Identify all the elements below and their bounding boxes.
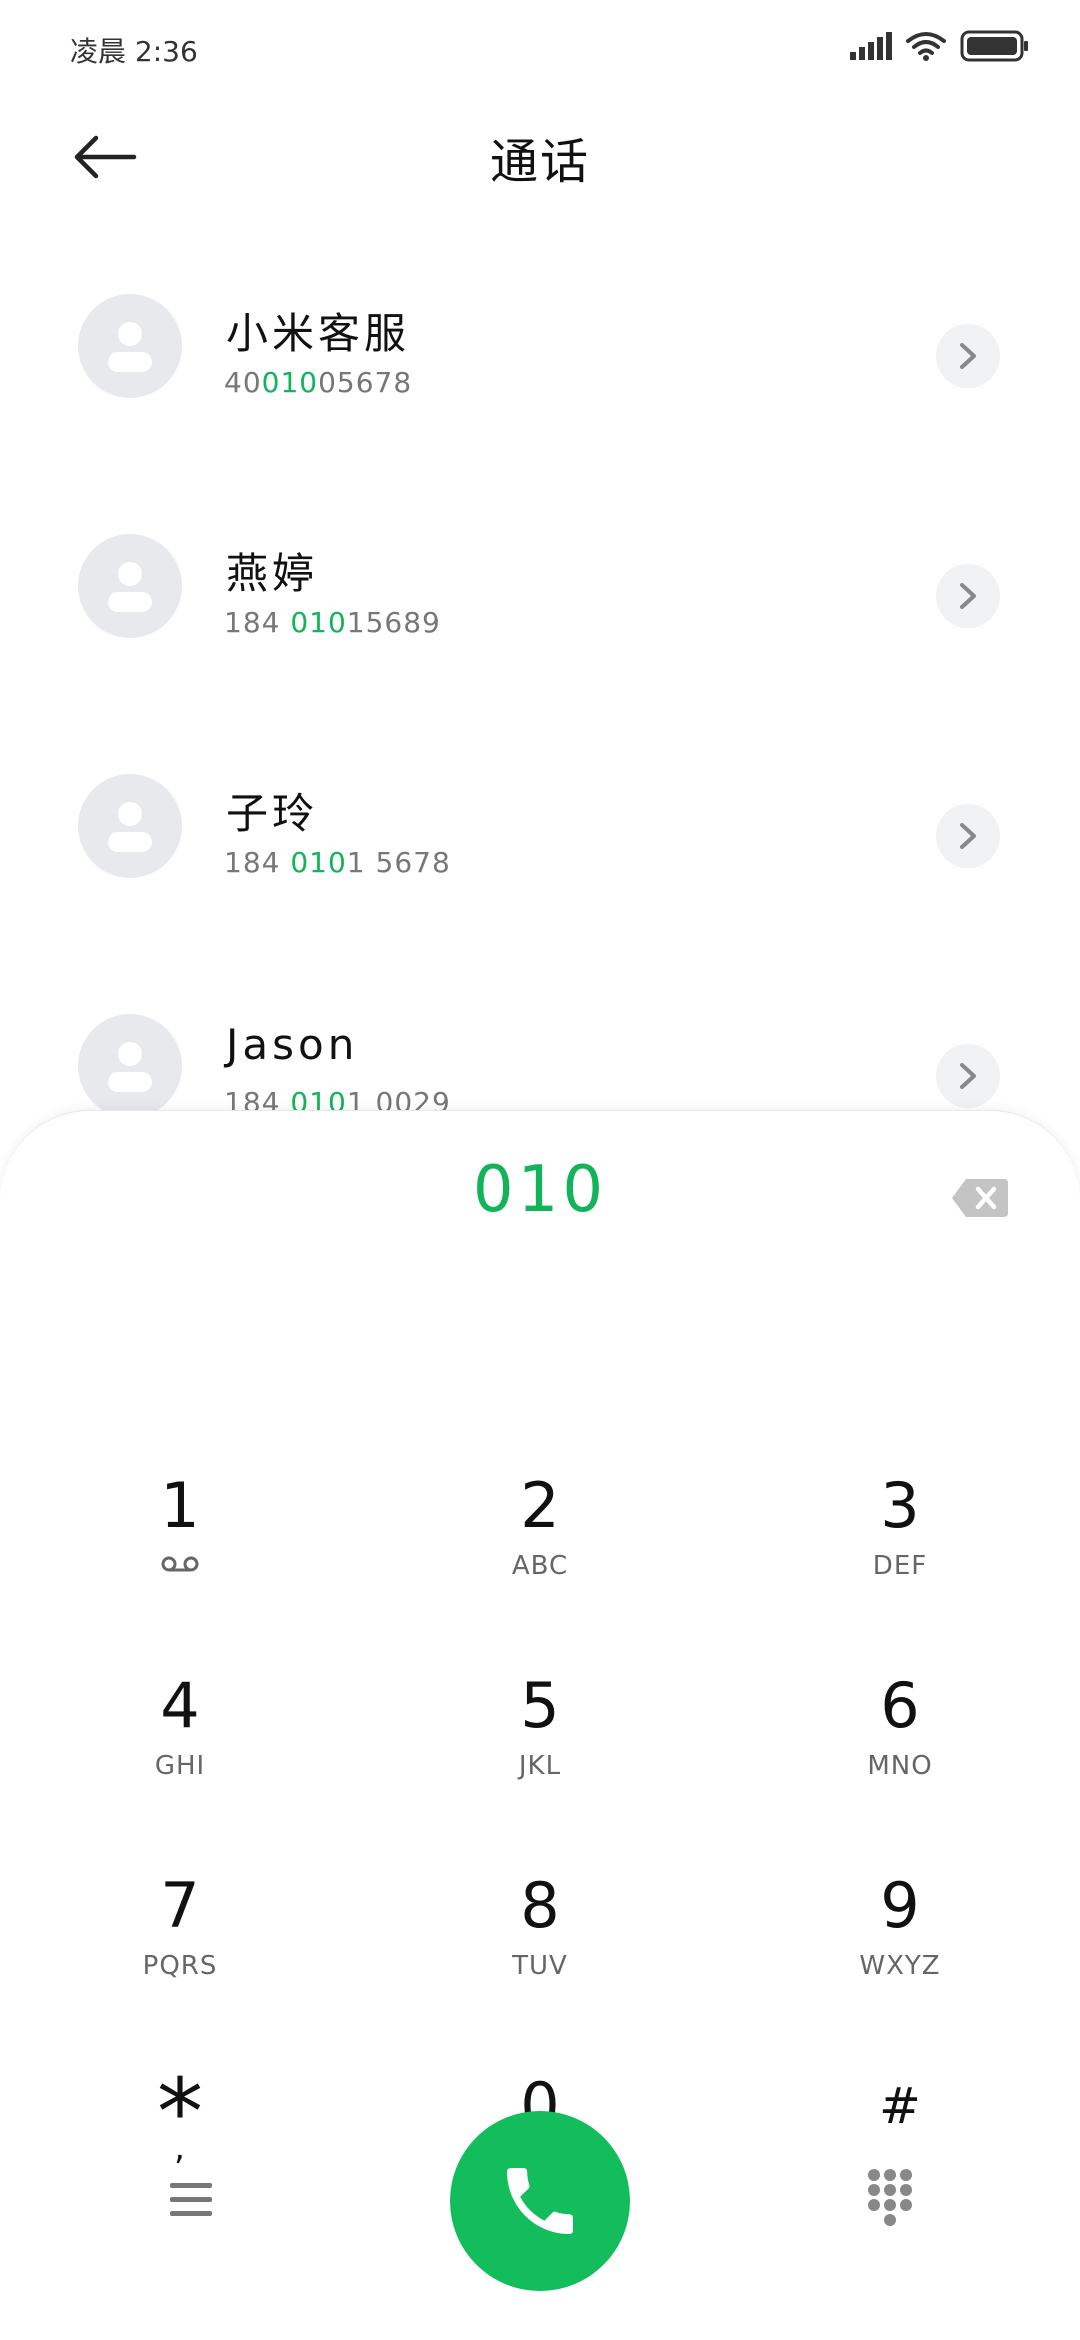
- contact-number: 4001005678: [224, 366, 412, 399]
- contact-name: 燕婷: [226, 549, 319, 598]
- keypad-icon: [868, 2169, 912, 2226]
- key-digit: 5: [520, 1669, 560, 1742]
- backspace-icon: [952, 1179, 1008, 1217]
- key-5[interactable]: 5 JKL: [420, 1671, 660, 1831]
- number-match: 010: [290, 606, 347, 639]
- dial-input[interactable]: 010: [0, 1153, 1080, 1227]
- phone-icon: [507, 2168, 573, 2234]
- key-digit: 3: [880, 1469, 920, 1542]
- avatar: [78, 1014, 182, 1118]
- number-part: 40: [224, 366, 262, 399]
- chevron-right-icon: [960, 823, 976, 849]
- key-digit: 6: [880, 1669, 920, 1742]
- key-letters: MNO: [867, 1751, 933, 1781]
- status-bar: 凌晨 2:36: [0, 0, 1080, 100]
- wifi-icon: [906, 32, 946, 61]
- person-icon: [108, 322, 152, 372]
- number-part: 15689: [346, 606, 441, 639]
- key-6[interactable]: 6 MNO: [780, 1671, 1020, 1831]
- status-time: 凌晨 2:36: [70, 35, 198, 68]
- dialer-bottom-bar: [0, 2101, 1080, 2301]
- number-part: 184: [224, 606, 291, 639]
- contact-detail-button[interactable]: [936, 564, 1000, 628]
- contact-row[interactable]: 小米客服 4001005678: [0, 240, 1080, 420]
- key-digit: 1: [160, 1469, 200, 1542]
- chevron-right-icon: [960, 583, 976, 609]
- avatar: [78, 534, 182, 638]
- avatar: [78, 294, 182, 398]
- voicemail-icon: [161, 1556, 199, 1572]
- number-match: 010: [261, 366, 319, 399]
- contact-number: 184 0101 5678: [224, 846, 451, 879]
- key-1[interactable]: 1: [60, 1471, 300, 1631]
- key-digit: 2: [520, 1469, 560, 1542]
- contact-number: 184 01015689: [224, 606, 441, 639]
- key-digit: 4: [160, 1669, 200, 1742]
- key-letters: GHI: [154, 1751, 206, 1781]
- contact-detail-button[interactable]: [936, 1044, 1000, 1108]
- dialer-panel: 010 1 2 ABC 3 DEF 4 GHI 5 JKL 6 MNO 7 PQ…: [0, 1110, 1080, 2340]
- chevron-right-icon: [960, 343, 976, 369]
- person-icon: [108, 802, 152, 852]
- battery-icon: [960, 30, 1028, 62]
- chevron-right-icon: [960, 1063, 976, 1089]
- key-8[interactable]: 8 TUV: [420, 1871, 660, 2031]
- key-letters: WXYZ: [859, 1951, 941, 1981]
- contact-detail-button[interactable]: [936, 804, 1000, 868]
- person-icon: [108, 562, 152, 612]
- keypad-toggle-button[interactable]: [860, 2163, 920, 2233]
- status-icons: [850, 30, 1030, 62]
- contact-name: 子玲: [226, 789, 319, 838]
- page-title: 通话: [489, 134, 590, 190]
- key-letters: PQRS: [142, 1951, 218, 1981]
- key-letters: TUV: [512, 1951, 568, 1981]
- avatar: [78, 774, 182, 878]
- contact-name: 小米客服: [226, 309, 411, 358]
- key-digit: 9: [880, 1869, 920, 1942]
- number-part: 05678: [318, 366, 413, 399]
- number-part: 184: [224, 846, 291, 879]
- contact-detail-button[interactable]: [936, 324, 1000, 388]
- menu-icon: [170, 2183, 212, 2216]
- phone-screen: 凌晨 2:36 通话 小米客服 4001005678 燕婷 184 010156…: [0, 0, 1080, 2340]
- signal-icon: [850, 32, 892, 60]
- key-4[interactable]: 4 GHI: [60, 1671, 300, 1831]
- key-2[interactable]: 2 ABC: [420, 1471, 660, 1631]
- key-letters: JKL: [518, 1751, 562, 1781]
- key-letters: DEF: [872, 1551, 928, 1581]
- key-letters: [60, 1551, 300, 1581]
- key-digit: 8: [520, 1869, 560, 1942]
- key-letters: ABC: [511, 1551, 569, 1581]
- number-part: 1 5678: [346, 846, 451, 879]
- header: 通话: [0, 110, 1080, 200]
- contact-row[interactable]: 子玲 184 0101 5678: [0, 720, 1080, 900]
- key-7[interactable]: 7 PQRS: [60, 1871, 300, 2031]
- person-icon: [108, 1042, 152, 1092]
- contact-row[interactable]: 燕婷 184 01015689: [0, 480, 1080, 660]
- key-3[interactable]: 3 DEF: [780, 1471, 1020, 1631]
- delete-button[interactable]: [950, 1177, 1010, 1219]
- number-match: 010: [290, 846, 347, 879]
- contact-name: Jason: [226, 1020, 359, 1069]
- call-button[interactable]: [450, 2111, 630, 2291]
- key-digit: 7: [160, 1869, 200, 1942]
- menu-button[interactable]: [158, 2169, 224, 2229]
- key-9[interactable]: 9 WXYZ: [780, 1871, 1020, 2031]
